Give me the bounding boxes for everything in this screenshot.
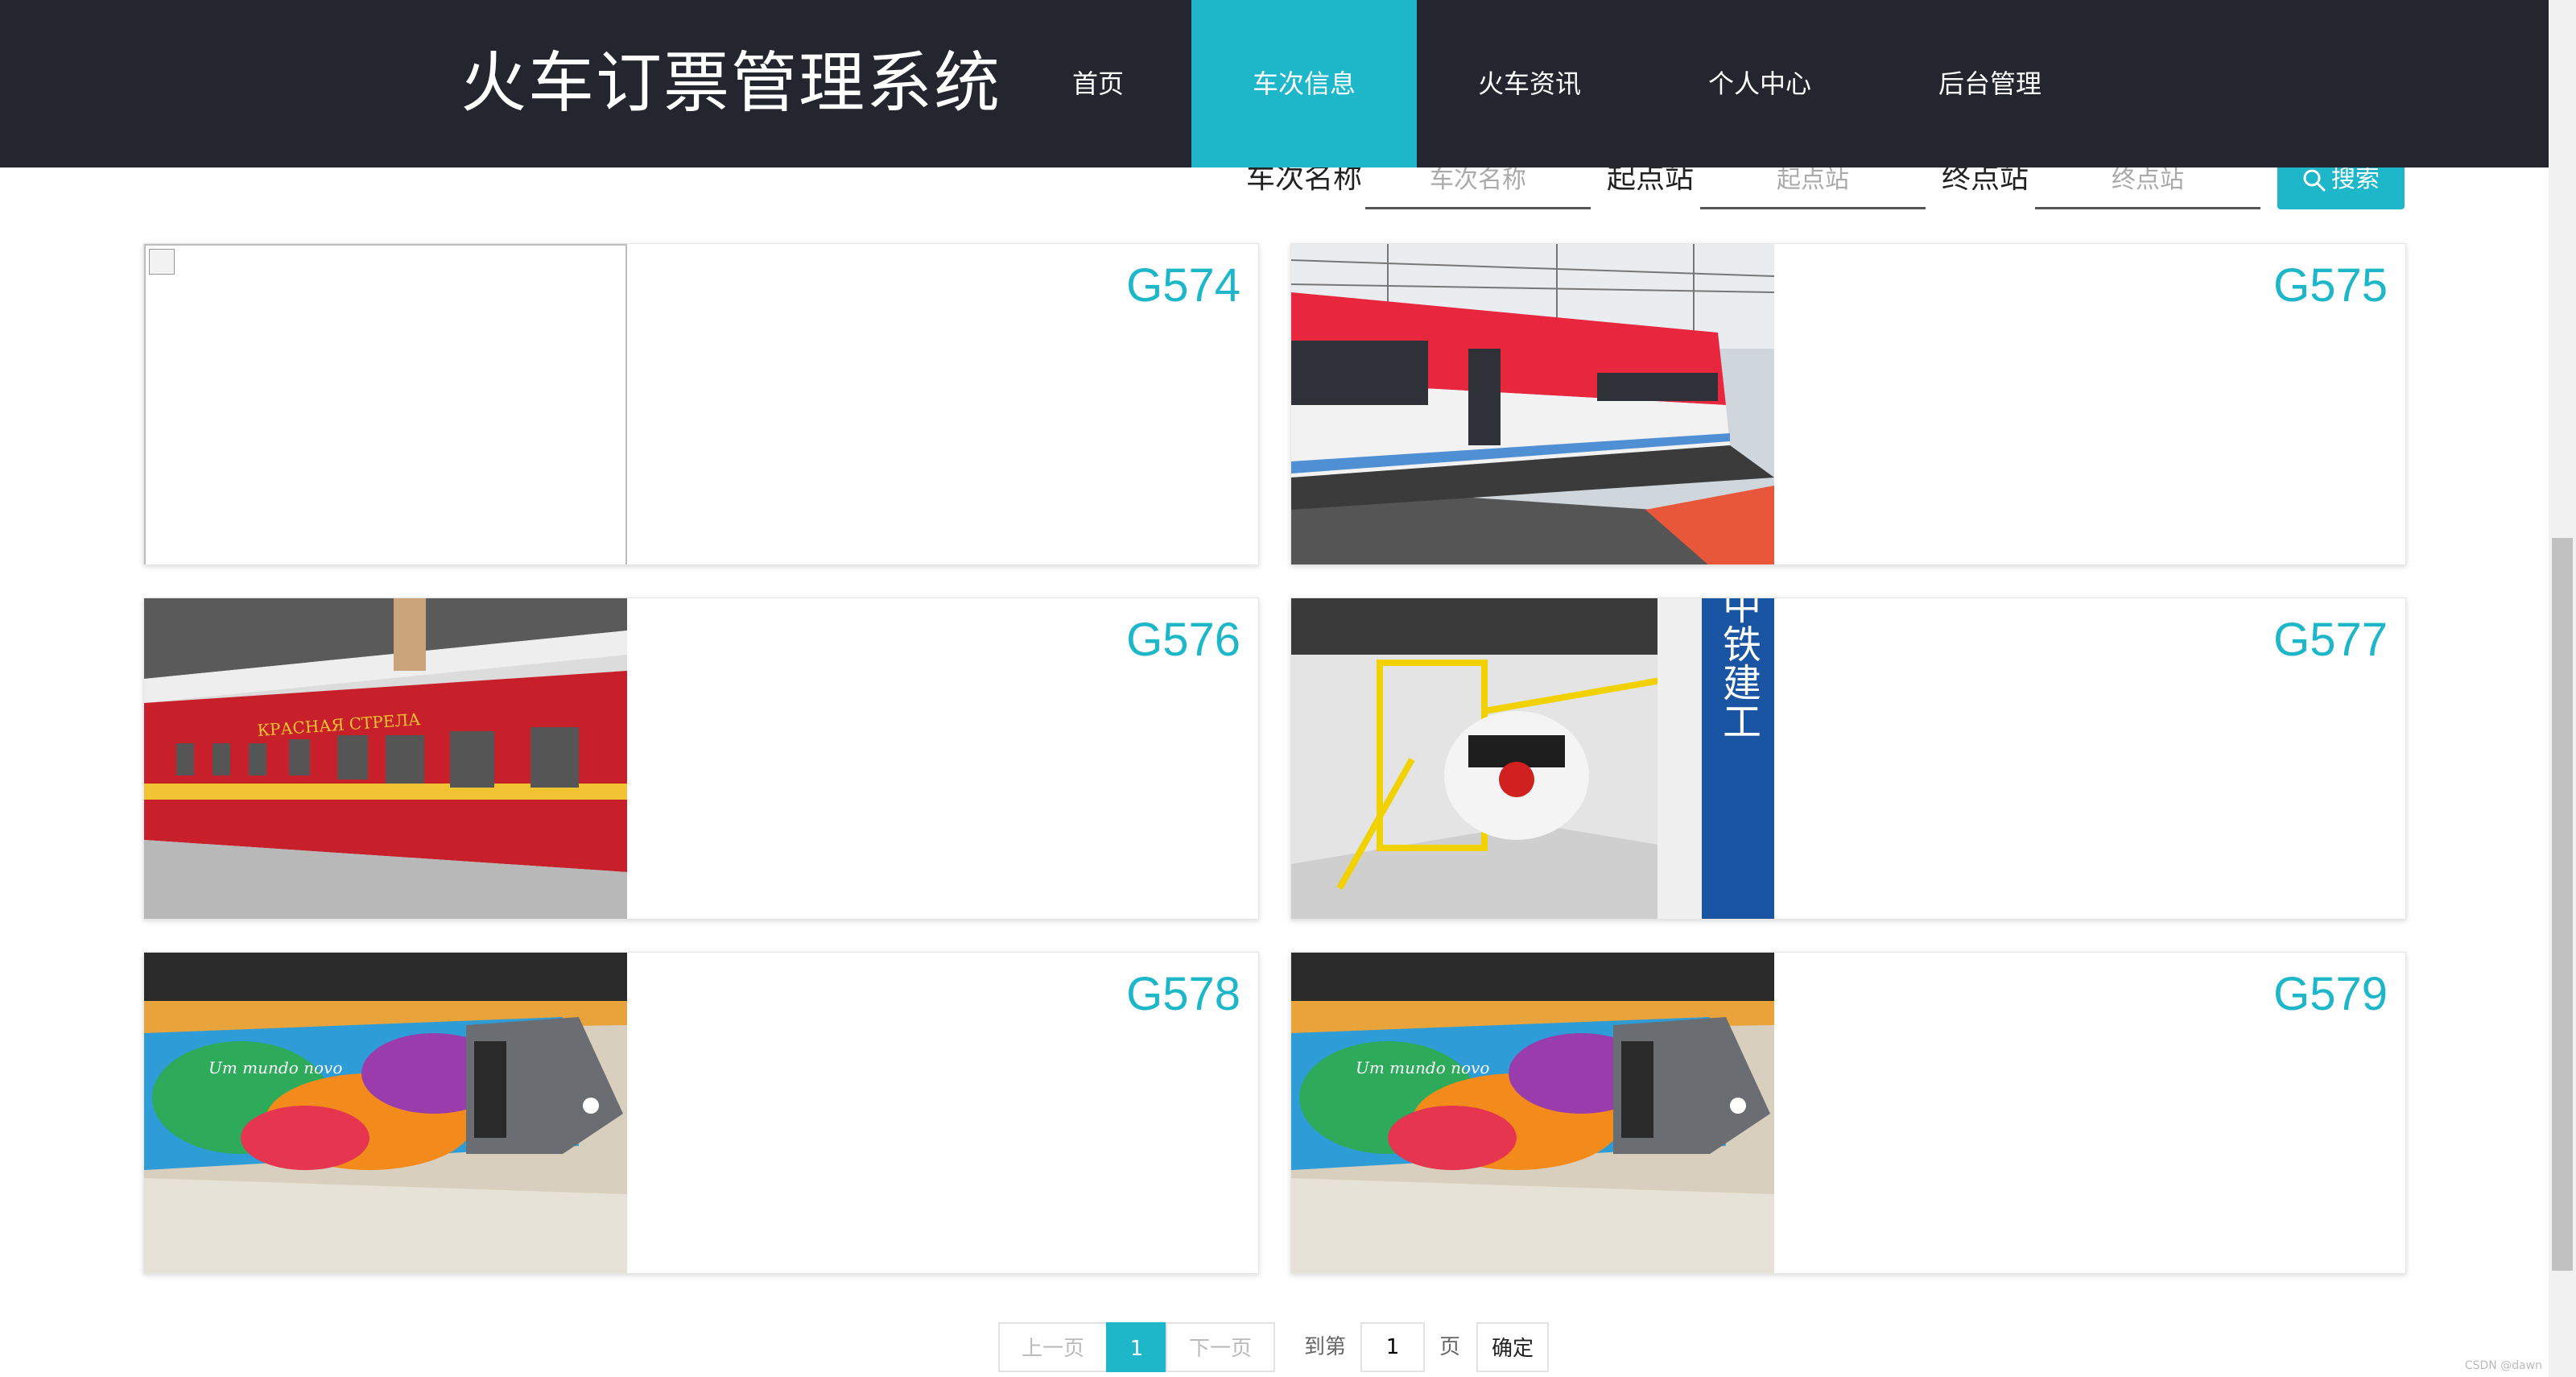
prev-page-button[interactable]: 上一页	[998, 1322, 1108, 1372]
train-image[interactable]	[144, 244, 627, 564]
metro-livery: Um mundo novo	[1356, 1058, 1489, 1077]
train-card[interactable]: G575	[1290, 243, 2406, 565]
train-card[interactable]: КРАСНАЯ СТРЕЛА G576	[143, 598, 1259, 920]
nav-item-admin[interactable]: 后台管理	[1909, 0, 2070, 167]
brand-title[interactable]: 火车订票管理系统	[460, 42, 1001, 126]
nav-item-profile[interactable]: 个人中心	[1679, 0, 1840, 167]
train-image[interactable]: Um mundo novo	[144, 953, 627, 1273]
page-number-current[interactable]: 1	[1106, 1322, 1167, 1372]
nav-item-train-info[interactable]: 车次信息	[1191, 0, 1417, 167]
train-image[interactable]: Um mundo novo	[1291, 953, 1774, 1273]
train-code[interactable]: G574	[1126, 258, 1241, 312]
broken-image-placeholder	[144, 244, 627, 564]
colorful-metro-photo: Um mundo novo	[144, 953, 627, 1273]
train-code[interactable]: G577	[2273, 613, 2388, 667]
train-code[interactable]: G579	[2273, 967, 2388, 1021]
train-code[interactable]: G576	[1126, 613, 1241, 667]
search-icon	[2303, 169, 2326, 191]
train-image[interactable]	[1291, 244, 1774, 564]
train-card[interactable]: Um mundo novo G579	[1290, 952, 2406, 1274]
red-sleeper-car-photo: КРАСНАЯ СТРЕЛА	[144, 598, 627, 919]
next-page-button[interactable]: 下一页	[1166, 1322, 1275, 1372]
station-sign: 中铁建工	[1715, 598, 1761, 740]
train-card[interactable]: G574	[143, 243, 1259, 565]
scrollbar-thumb[interactable]	[2552, 538, 2573, 1271]
nav-item-home[interactable]: 首页	[1035, 0, 1161, 167]
train-image[interactable]: 中铁建工	[1291, 598, 1774, 919]
watermark-text: CSDN @dawn	[2464, 1359, 2542, 1372]
colorful-metro-photo: Um mundo novo	[1291, 953, 1774, 1273]
train-code[interactable]: G575	[2273, 258, 2388, 312]
train-image[interactable]: КРАСНАЯ СТРЕЛА	[144, 598, 627, 919]
page-unit-label: 页	[1439, 1335, 1461, 1359]
confirm-page-button[interactable]: 确定	[1476, 1322, 1549, 1372]
train-code[interactable]: G578	[1126, 967, 1241, 1021]
train-card[interactable]: 中铁建工 G577	[1290, 598, 2406, 920]
broken-image-icon	[149, 249, 175, 275]
search-button-label: 搜索	[2331, 165, 2380, 193]
train-card[interactable]: Um mundo novo G578	[143, 952, 1259, 1274]
metro-depot-photo: 中铁建工	[1291, 598, 1774, 919]
goto-page-input[interactable]	[1360, 1322, 1425, 1372]
goto-label: 到第	[1304, 1335, 1347, 1359]
red-white-train-photo	[1291, 244, 1774, 564]
metro-livery: Um mundo novo	[208, 1058, 342, 1077]
nav-item-news[interactable]: 火车资讯	[1449, 0, 1610, 167]
top-nav: 火车订票管理系统 首页 车次信息 火车资讯 个人中心 后台管理	[0, 0, 2549, 167]
